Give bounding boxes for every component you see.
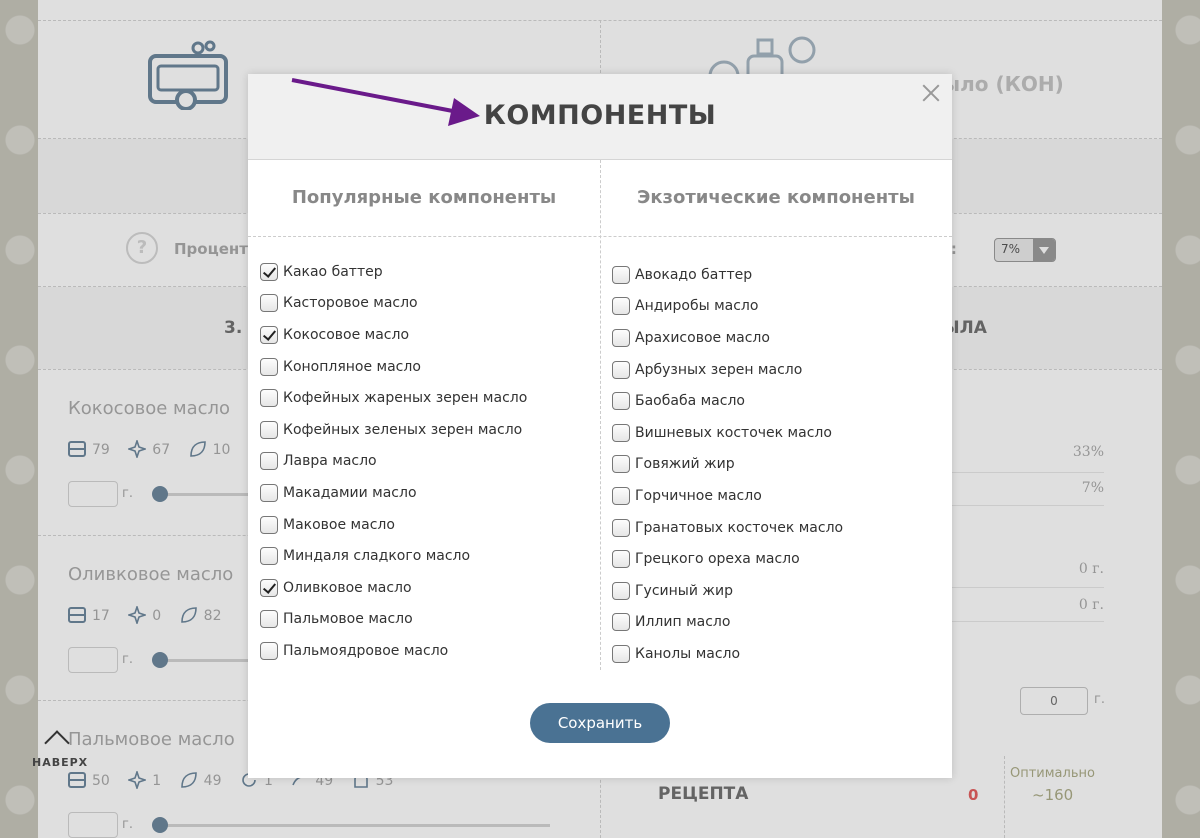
component-option[interactable]: Кофейных жареных зерен масло	[260, 382, 527, 414]
component-option[interactable]: Пальмоядровое масло	[260, 635, 527, 667]
component-label: Пальмоядровое масло	[283, 642, 449, 659]
component-label: Арбузных зерен масло	[635, 361, 803, 378]
component-option[interactable]: Маковое масло	[260, 509, 527, 541]
component-option[interactable]: Грецкого ореха масло	[612, 543, 843, 575]
checkbox[interactable]	[260, 452, 278, 471]
popular-components-title: Популярные компоненты	[291, 187, 557, 208]
checkbox[interactable]	[260, 515, 278, 534]
components-modal: КОМПОНЕНТЫ Популярные компоненты Экзотич…	[248, 74, 952, 778]
component-option[interactable]: Горчичное масло	[612, 480, 843, 512]
save-button[interactable]: Сохранить	[530, 703, 670, 743]
component-option[interactable]: Баобаба масло	[612, 385, 843, 417]
component-option[interactable]: Кофейных зеленых зерен масло	[260, 414, 527, 446]
component-option[interactable]: Касторовое масло	[260, 288, 527, 320]
component-option[interactable]: Андиробы масло	[612, 291, 843, 323]
component-option[interactable]: Канолы масло	[612, 638, 843, 670]
checkbox[interactable]	[612, 486, 630, 505]
component-option[interactable]: Арбузных зерен масло	[612, 354, 843, 386]
exotic-components-list: Авокадо баттер Андиробы масло Арахисовое м…	[612, 259, 843, 670]
component-option[interactable]: Миндаля сладкого масло	[260, 540, 527, 572]
component-label: Горчичное масло	[635, 487, 762, 504]
component-label: Вишневых косточек масло	[635, 424, 832, 441]
checkbox-checked[interactable]	[260, 325, 278, 344]
component-label: Гусиный жир	[635, 582, 733, 599]
checkbox[interactable]	[260, 641, 278, 660]
component-label: Кофейных зеленых зерен масло	[283, 421, 523, 438]
chevron-up-icon	[44, 730, 70, 756]
component-option[interactable]: Какао баттер	[260, 256, 527, 288]
component-label: Касторовое масло	[283, 295, 418, 312]
component-label: Конопляное масло	[283, 358, 421, 375]
checkbox-checked[interactable]	[260, 578, 278, 597]
exotic-components-title: Экзотические компоненты	[637, 187, 915, 208]
checkbox[interactable]	[612, 392, 630, 411]
checkbox[interactable]	[260, 294, 278, 313]
component-label: Авокадо баттер	[635, 266, 753, 283]
checkbox[interactable]	[612, 297, 630, 316]
component-label: Лавра масло	[283, 453, 377, 470]
checkbox[interactable]	[260, 357, 278, 376]
checkbox[interactable]	[612, 613, 630, 632]
checkbox[interactable]	[612, 423, 630, 442]
component-label: Макадамии масло	[283, 484, 417, 501]
component-label: Баобаба масло	[635, 393, 745, 410]
component-option[interactable]: Макадамии масло	[260, 477, 527, 509]
component-label: Маковое масло	[283, 516, 395, 533]
checkbox[interactable]	[260, 610, 278, 629]
component-label: Арахисовое масло	[635, 329, 770, 346]
component-label: Гранатовых косточек масло	[635, 519, 844, 536]
component-option[interactable]: Вишневых косточек масло	[612, 417, 843, 449]
component-option[interactable]: Кокосовое масло	[260, 319, 527, 351]
divider	[248, 236, 952, 237]
component-label: Оливковое масло	[283, 579, 412, 596]
component-option[interactable]: Пальмовое масло	[260, 604, 527, 636]
component-label: Кокосовое масло	[283, 326, 410, 343]
component-option[interactable]: Арахисовое масло	[612, 322, 843, 354]
component-label: Грецкого ореха масло	[635, 551, 800, 568]
checkbox[interactable]	[260, 420, 278, 439]
component-option[interactable]: Говяжий жир	[612, 449, 843, 481]
checkbox[interactable]	[612, 265, 630, 284]
component-label: Андиробы масло	[635, 298, 759, 315]
component-option[interactable]: Оливковое масло	[260, 572, 527, 604]
component-option[interactable]: Авокадо баттер	[612, 259, 843, 291]
checkbox[interactable]	[612, 455, 630, 474]
component-label: Пальмовое масло	[283, 611, 413, 628]
back-to-top-button[interactable]: НАВЕРХ	[32, 728, 92, 772]
component-option[interactable]: Гранатовых косточек масло	[612, 512, 843, 544]
checkbox[interactable]	[612, 550, 630, 569]
component-label: Какао баттер	[283, 263, 383, 280]
component-option[interactable]: Иллип масло	[612, 607, 843, 639]
component-option[interactable]: Конопляное масло	[260, 351, 527, 383]
checkbox[interactable]	[612, 518, 630, 537]
component-label: Кофейных жареных зерен масло	[283, 390, 528, 407]
close-icon[interactable]	[918, 80, 944, 106]
component-option[interactable]: Гусиный жир	[612, 575, 843, 607]
checkbox[interactable]	[612, 360, 630, 379]
component-label: Иллип масло	[635, 614, 731, 631]
component-label: Миндаля сладкого масло	[283, 548, 471, 565]
back-to-top-label: НАВЕРХ	[32, 756, 89, 769]
component-label: Канолы масло	[635, 645, 741, 662]
annotation-arrow-icon	[291, 78, 480, 126]
checkbox[interactable]	[260, 483, 278, 502]
checkbox[interactable]	[612, 581, 630, 600]
checkbox[interactable]	[260, 547, 278, 566]
checkbox[interactable]	[260, 389, 278, 408]
component-option[interactable]: Лавра масло	[260, 446, 527, 478]
checkbox[interactable]	[612, 328, 630, 347]
checkbox-checked[interactable]	[260, 262, 278, 281]
component-label: Говяжий жир	[635, 456, 735, 473]
checkbox[interactable]	[612, 644, 630, 663]
popular-components-list: Какао баттер Касторовое масло Кокосовое ма…	[260, 256, 527, 667]
